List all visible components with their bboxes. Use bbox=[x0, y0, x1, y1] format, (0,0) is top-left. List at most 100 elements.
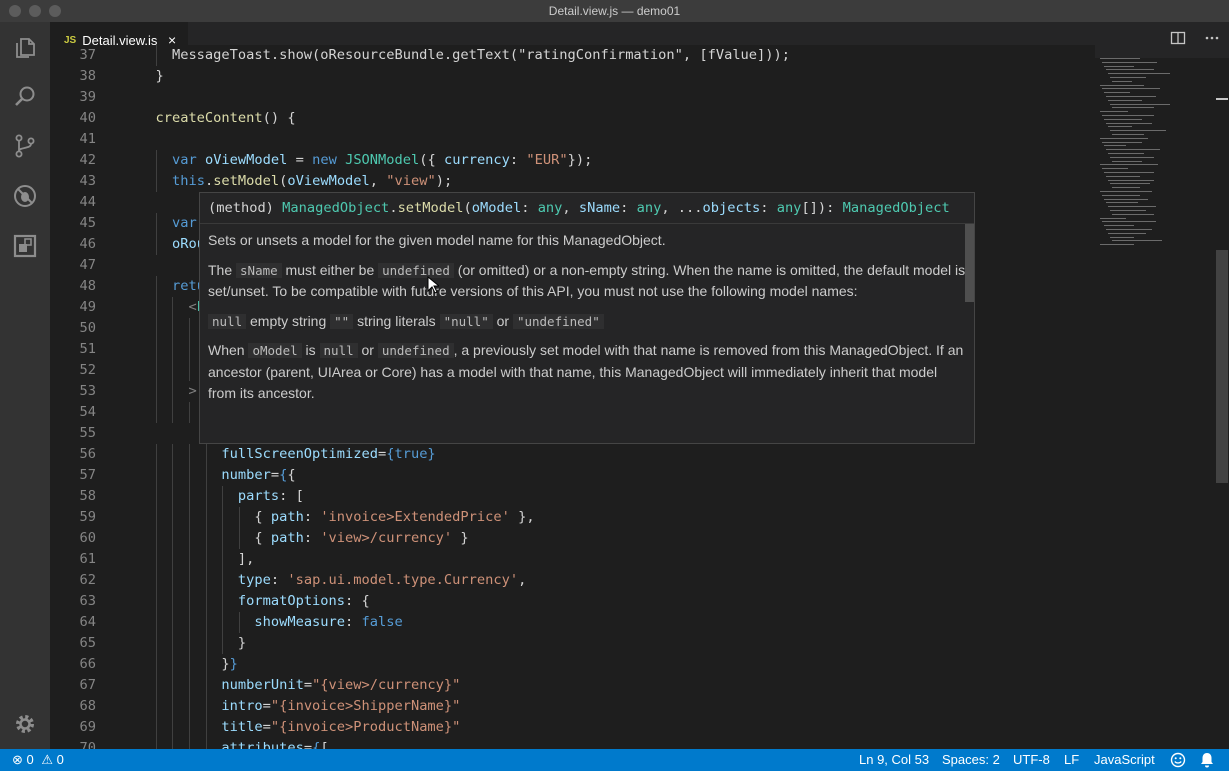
window-title: Detail.view.js — demo01 bbox=[548, 4, 681, 18]
line-number: 57 bbox=[79, 467, 96, 483]
minimap-line bbox=[1106, 96, 1156, 97]
extensions-icon bbox=[13, 234, 37, 258]
activity-source-control[interactable] bbox=[0, 122, 50, 170]
code-line[interactable]: 70 attributes={[ bbox=[50, 738, 1095, 749]
code-line[interactable]: 56 fullScreenOptimized={true} bbox=[50, 444, 1095, 465]
minimap-line bbox=[1110, 183, 1150, 185]
notifications-button[interactable] bbox=[1200, 752, 1214, 771]
code-line[interactable]: 58 parts: [ bbox=[50, 486, 1095, 507]
hover-scrollbar-thumb[interactable] bbox=[965, 224, 974, 302]
line-number: 58 bbox=[79, 488, 96, 504]
hover-paragraph: null empty string "" string literals "nu… bbox=[208, 311, 966, 333]
line-number: 48 bbox=[79, 278, 96, 294]
indentation[interactable]: Spaces: 2 bbox=[942, 749, 1000, 771]
activity-extensions[interactable] bbox=[0, 222, 50, 270]
activity-debug[interactable] bbox=[0, 172, 50, 220]
minimap-line bbox=[1106, 149, 1160, 151]
code-line[interactable]: 67 numberUnit="{view>/currency}" bbox=[50, 675, 1095, 696]
minimap-line bbox=[1112, 240, 1162, 242]
minimap[interactable] bbox=[1095, 58, 1215, 258]
minimap-line bbox=[1102, 168, 1128, 170]
minimap-line bbox=[1112, 187, 1140, 189]
line-code: MessageToast.show(oResourceBundle.getTex… bbox=[139, 47, 791, 63]
ellipsis-icon bbox=[1205, 36, 1219, 40]
warning-count: 0 bbox=[56, 752, 64, 767]
code-line[interactable]: 62 type: 'sap.ui.model.type.Currency', bbox=[50, 570, 1095, 591]
minimap-line bbox=[1102, 194, 1140, 196]
code-line[interactable]: 43 this.setModel(oViewModel, "view"); bbox=[50, 171, 1095, 192]
minimap-line bbox=[1108, 232, 1146, 234]
code-line[interactable]: 57 number={{ bbox=[50, 465, 1095, 486]
line-number: 68 bbox=[79, 698, 96, 714]
line-number: 42 bbox=[79, 152, 96, 168]
line-code: showMeasure: false bbox=[254, 614, 403, 630]
code-line[interactable]: 63 formatOptions: { bbox=[50, 591, 1095, 612]
minimize-window-button[interactable] bbox=[29, 5, 41, 17]
line-code: numberUnit="{view>/currency}" bbox=[221, 677, 461, 693]
minimap-line bbox=[1112, 80, 1132, 82]
line-number: 46 bbox=[79, 236, 96, 252]
activity-search[interactable] bbox=[0, 73, 50, 121]
code-line[interactable]: 65 } bbox=[50, 633, 1095, 654]
close-window-button[interactable] bbox=[9, 5, 21, 17]
language-mode[interactable]: JavaScript bbox=[1094, 749, 1155, 771]
code-line[interactable]: 69 title="{invoice>ProductName}" bbox=[50, 717, 1095, 738]
minimap-line bbox=[1108, 73, 1170, 75]
more-actions-button[interactable] bbox=[1204, 30, 1220, 50]
split-editor-button[interactable] bbox=[1170, 30, 1186, 50]
line-number: 62 bbox=[79, 572, 96, 588]
minimap-line bbox=[1104, 118, 1142, 120]
scrollbar-cursor-marker bbox=[1216, 98, 1228, 100]
code-line[interactable]: 60 { path: 'view>/currency' } bbox=[50, 528, 1095, 549]
line-number: 37 bbox=[79, 47, 96, 63]
code-line[interactable]: 42 var oViewModel = new JSONModel({ curr… bbox=[50, 150, 1095, 171]
line-code: } bbox=[139, 635, 247, 651]
activity-settings[interactable] bbox=[0, 700, 50, 748]
hover-paragraph: When oModel is null or undefined, a prev… bbox=[208, 342, 964, 401]
code-line[interactable]: 39 bbox=[50, 87, 1095, 108]
line-code: intro="{invoice>ShipperName}" bbox=[221, 698, 461, 714]
scrollbar-thumb[interactable] bbox=[1216, 250, 1228, 483]
minimap-line bbox=[1100, 84, 1144, 86]
cursor-position[interactable]: Ln 9, Col 53 bbox=[859, 749, 929, 771]
minimap-line bbox=[1106, 202, 1138, 204]
end-of-line[interactable]: LF bbox=[1064, 749, 1079, 771]
zoom-window-button[interactable] bbox=[49, 5, 61, 17]
minimap-line bbox=[1102, 221, 1156, 223]
minimap-line bbox=[1106, 229, 1152, 230]
code-line[interactable]: 41 bbox=[50, 129, 1095, 150]
code-line[interactable]: 64 showMeasure: false bbox=[50, 612, 1095, 633]
line-code: fullScreenOptimized={true} bbox=[221, 446, 436, 462]
javascript-file-icon: JS bbox=[64, 34, 77, 46]
bell-icon bbox=[1201, 753, 1213, 768]
hover-signature: (method) ManagedObject.setModel(oModel: … bbox=[200, 193, 974, 224]
minimap-line bbox=[1104, 198, 1148, 200]
encoding[interactable]: UTF-8 bbox=[1013, 749, 1050, 771]
editor-scrollbar[interactable] bbox=[1215, 58, 1229, 749]
line-code: number={{ bbox=[221, 467, 296, 483]
line-number: 45 bbox=[79, 215, 96, 231]
warning-icon: ⚠ bbox=[41, 752, 54, 767]
code-line[interactable]: 59 { path: 'invoice>ExtendedPrice' }, bbox=[50, 507, 1095, 528]
minimap-line bbox=[1110, 210, 1146, 211]
hover-paragraph: Sets or unsets a model for the given mod… bbox=[208, 232, 666, 248]
feedback-button[interactable] bbox=[1170, 752, 1186, 771]
gear-icon bbox=[16, 715, 34, 733]
code-line[interactable]: 40 createContent() { bbox=[50, 108, 1095, 129]
line-number: 65 bbox=[79, 635, 96, 651]
code-line[interactable]: 38 } bbox=[50, 66, 1095, 87]
code-line[interactable]: 68 intro="{invoice>ShipperName}" bbox=[50, 696, 1095, 717]
minimap-line bbox=[1112, 107, 1154, 109]
problems-indicator[interactable]: ⊗ 0 ⚠ 0 bbox=[12, 749, 64, 771]
code-line[interactable]: 61 ], bbox=[50, 549, 1095, 570]
activity-explorer[interactable] bbox=[0, 24, 50, 72]
line-number: 54 bbox=[79, 404, 96, 420]
line-number: 43 bbox=[79, 173, 96, 189]
line-number: 41 bbox=[79, 131, 96, 147]
line-number: 69 bbox=[79, 719, 96, 735]
source-control-icon bbox=[15, 134, 35, 158]
line-number: 50 bbox=[79, 320, 96, 336]
code-line[interactable]: 37 MessageToast.show(oResourceBundle.get… bbox=[50, 45, 1095, 66]
code-line[interactable]: 66 }} bbox=[50, 654, 1095, 675]
line-number: 55 bbox=[79, 425, 96, 441]
